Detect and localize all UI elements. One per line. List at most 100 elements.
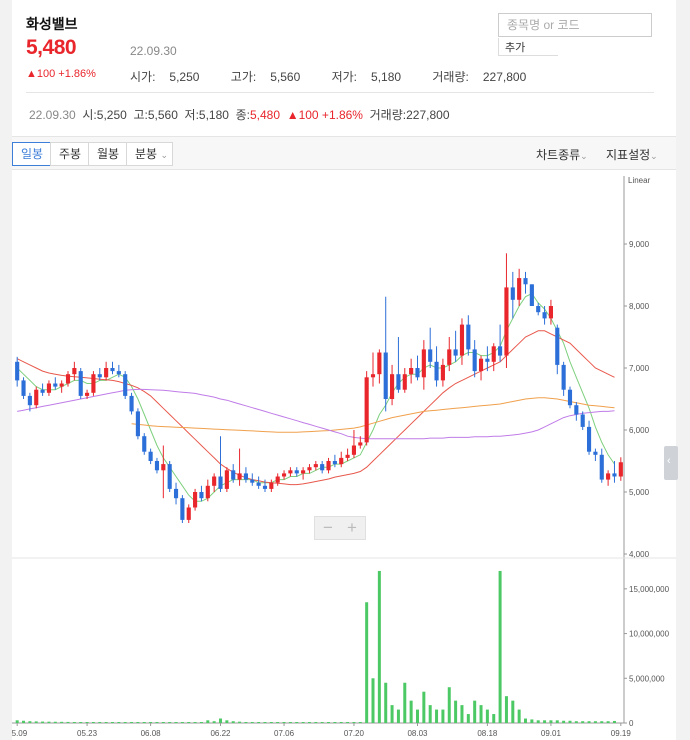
volume-bar (91, 722, 95, 723)
candle-body (85, 392, 90, 396)
candle-body (599, 454, 604, 480)
volume-bar (358, 722, 362, 723)
volume-bar (60, 721, 64, 723)
volume-bar (409, 700, 413, 723)
volume-bar (568, 720, 572, 723)
candle-body (498, 346, 503, 356)
candle-body (313, 464, 318, 468)
candle-body (40, 389, 45, 393)
candle-body (97, 374, 102, 378)
ohlc-low: 5,180 (198, 108, 229, 122)
volume-bar (288, 722, 292, 723)
indicator-settings-button[interactable]: 지표설정⌄ (606, 146, 658, 163)
candle-body (180, 498, 185, 520)
candle-body (459, 324, 465, 356)
volume-bar (511, 700, 515, 723)
candle-body (593, 451, 598, 455)
candlestick-chart[interactable]: Linear 9,000 8,000 7,000 6,000 5,000 4,000 15,0… (7, 170, 676, 740)
volume-bar (384, 682, 388, 723)
candle-body (34, 389, 39, 406)
candle-body (21, 380, 26, 396)
candle-body (326, 461, 331, 471)
chevron-left-icon: ‹ (667, 455, 671, 467)
zoom-out-icon[interactable]: − (323, 518, 333, 538)
candle-body (186, 507, 191, 520)
candle-body (123, 374, 128, 396)
candle-body (510, 287, 515, 300)
candle-body (567, 389, 573, 406)
candle-body (250, 479, 255, 483)
divider (26, 92, 654, 93)
volume-bar (225, 720, 229, 723)
candle-body (193, 492, 198, 508)
volume-bar (231, 721, 235, 723)
volume-value: 227,800 (482, 70, 527, 84)
volume-bar (396, 709, 400, 723)
volume-bar (517, 709, 521, 723)
volume-bar (320, 722, 324, 723)
candle-body (472, 349, 477, 372)
period-daily-button[interactable]: 일봉 (12, 142, 53, 166)
low-label: 저가: (331, 70, 358, 84)
candle-body (199, 492, 204, 499)
period-weekly-button[interactable]: 주봉 (50, 142, 91, 166)
volume-bar (282, 722, 286, 723)
candle-body (383, 352, 388, 399)
candle-body (618, 462, 623, 477)
volume-bar (219, 718, 223, 723)
x-tick-label: 05.23 (77, 729, 98, 738)
volume-bar (199, 722, 203, 723)
volume-bar (600, 721, 604, 723)
x-tick-label: 06.22 (210, 729, 231, 738)
candle-body (116, 371, 121, 375)
candle-body (161, 464, 166, 471)
ohlc-volume: 227,800 (406, 108, 450, 122)
volume-bar (28, 721, 32, 723)
zoom-in-icon[interactable]: + (347, 518, 357, 538)
candle-body (212, 476, 217, 486)
side-panel-toggle[interactable]: ‹ (664, 446, 678, 480)
volume-bar (314, 722, 318, 723)
period-monthly-button[interactable]: 월봉 (88, 142, 129, 166)
candle-body (129, 395, 134, 412)
volume-bar (327, 722, 331, 723)
ohlc-date: 22.09.30 (29, 108, 76, 122)
chart-type-button[interactable]: 차트종류⌄ (536, 146, 588, 163)
chart-area[interactable]: Linear 9,000 8,000 7,000 6,000 5,000 4,000 15,0… (7, 170, 676, 740)
volume-bar (346, 722, 350, 723)
volume-bar (606, 721, 610, 723)
add-button[interactable]: 추가 (498, 38, 558, 56)
ohlc-high: 5,560 (147, 108, 178, 122)
candle-body (27, 395, 32, 406)
volume-bar (257, 722, 261, 723)
candle-body (409, 368, 414, 375)
volume-bar (168, 722, 172, 723)
search-input[interactable] (499, 14, 651, 36)
chevron-down-icon: ⌄ (160, 150, 168, 160)
period-minute-button[interactable]: 분봉 ⌄ (126, 142, 173, 166)
volume-bar (612, 720, 616, 723)
candle-body (281, 473, 287, 477)
volume-bar (104, 722, 108, 723)
candle-body (231, 470, 236, 480)
candle-body (65, 374, 71, 384)
candle-body (154, 461, 160, 471)
volume-bar (66, 721, 70, 723)
candle-body (256, 482, 261, 486)
volume-bar (79, 722, 83, 723)
volume-bar (390, 705, 394, 723)
volume-bar (377, 570, 381, 723)
volume-tick-label: 0 (629, 719, 634, 728)
candle-body (555, 327, 560, 365)
low-value: 5,180 (371, 70, 402, 84)
volume-tick-label: 15,000,000 (629, 585, 670, 594)
candle-body (205, 485, 210, 499)
volume-bar (536, 720, 540, 723)
ohlc-change: ▲100 +1.86% (286, 108, 363, 122)
candle-body (15, 361, 20, 381)
ohlc-close: 5,480 (250, 108, 281, 122)
open-value: 5,250 (169, 70, 200, 84)
candle-body (301, 470, 306, 474)
price-tick-label: 7,000 (629, 364, 650, 373)
ohlc-bar: 22.09.30 시:5,250 고:5,560 저:5,180 종:5,480… (29, 106, 450, 123)
